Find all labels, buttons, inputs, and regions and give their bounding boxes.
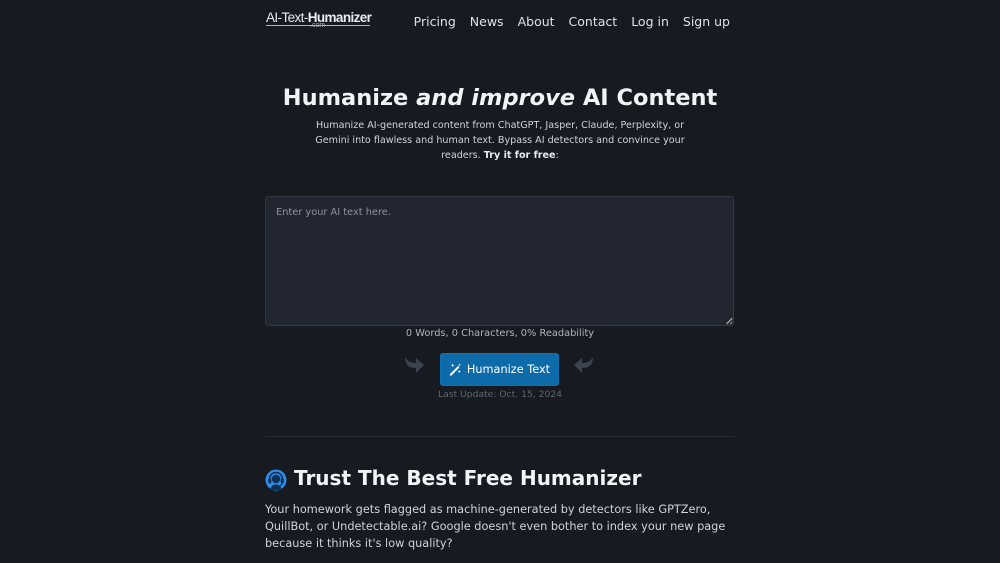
last-update-text: Last Update: Oct. 15, 2024 <box>438 389 562 400</box>
nav-link-login[interactable]: Log in <box>631 14 669 29</box>
humanize-button-label: Humanize Text <box>466 363 551 376</box>
hero-title: Humanize and improve AI Content <box>282 85 718 111</box>
logo-domain: .com <box>310 22 326 29</box>
nav-link-contact[interactable]: Contact <box>569 14 618 29</box>
nav-link-news[interactable]: News <box>470 14 504 29</box>
ai-text-input[interactable] <box>265 196 734 326</box>
text-stats: 0 Words, 0 Characters, 0% Readability <box>405 328 595 339</box>
magic-wand-icon <box>449 363 461 376</box>
page: AI-Text-Humanizer .com Pricing News Abou… <box>265 0 735 563</box>
trust-section-body: Your homework gets flagged as machine-ge… <box>265 503 726 550</box>
humanize-text-button[interactable]: Humanize Text <box>440 353 559 386</box>
section-divider <box>265 436 735 437</box>
hero-subtitle: Humanize AI-generated content from ChatG… <box>315 120 685 161</box>
site-header: AI-Text-Humanizer .com Pricing News Abou… <box>265 0 735 42</box>
nav-link-pricing[interactable]: Pricing <box>414 14 456 29</box>
try-free-text: Try it for free <box>483 150 556 161</box>
nav-link-signup[interactable]: Sign up <box>683 14 730 29</box>
curved-arrow-right-icon <box>405 357 424 373</box>
support-headset-icon <box>265 469 287 491</box>
curved-arrow-left-icon <box>574 357 593 373</box>
nav-link-about[interactable]: About <box>518 14 555 29</box>
trust-section-title: Trust The Best Free Humanizer <box>294 466 642 490</box>
main-nav: Pricing News About Contact Log in Sign u… <box>414 14 730 29</box>
site-logo[interactable]: AI-Text-Humanizer .com <box>266 10 372 32</box>
